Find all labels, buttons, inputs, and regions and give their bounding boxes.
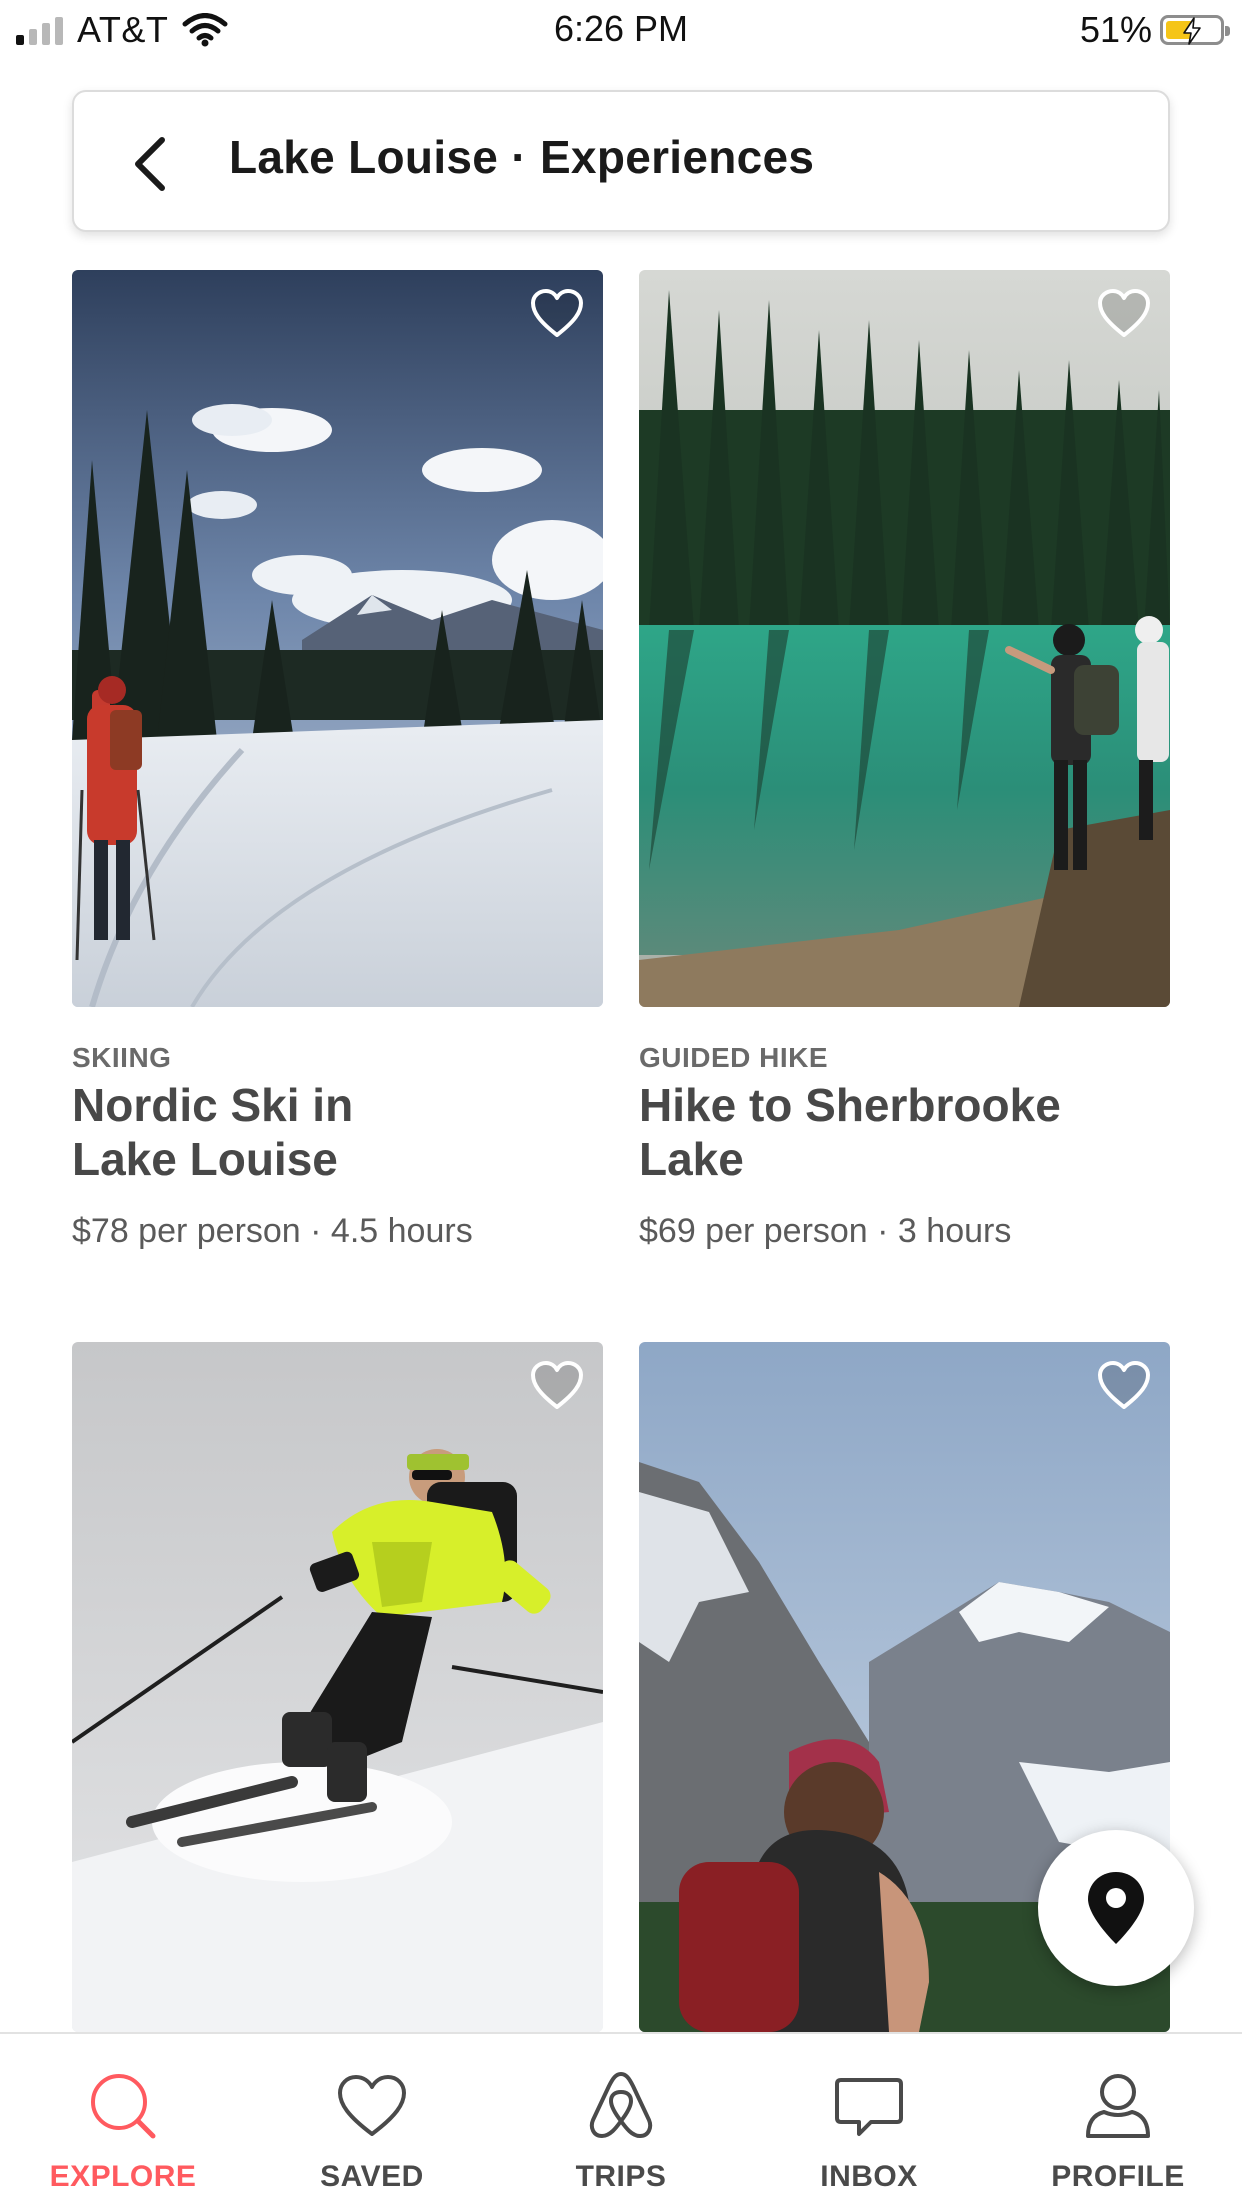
tab-label: EXPLORE [49, 2160, 197, 2193]
experience-price-duration: $69 per person · 3 hours [639, 1212, 1012, 1250]
status-time: 6:26 PM [553, 8, 689, 49]
heart-icon[interactable] [529, 288, 585, 340]
chat-bubble-icon [835, 2078, 903, 2136]
tab-saved[interactable]: SAVED [262, 2034, 482, 2208]
battery-nub [1225, 26, 1230, 36]
airbnb-logo-icon [589, 2072, 653, 2138]
experience-price-duration: $78 per person · 4.5 hours [72, 1212, 473, 1250]
heart-icon[interactable] [1096, 288, 1152, 340]
experience-card[interactable] [72, 1342, 603, 2032]
downhill-ski-image [72, 1342, 603, 2032]
tab-label: INBOX [820, 2160, 918, 2193]
search-icon [91, 2074, 156, 2139]
tab-label: TRIPS [575, 2160, 667, 2193]
experience-card[interactable]: SKIING Nordic Ski in Lake Louise $78 per… [72, 270, 603, 1260]
tab-bar: EXPLORE SAVED TRIPS INBOX PROFILE [0, 2032, 1242, 2208]
heart-icon[interactable] [1096, 1360, 1152, 1412]
map-pin-icon [1088, 1872, 1144, 1944]
map-button[interactable] [1038, 1830, 1194, 1986]
sherbrooke-lake-image [639, 270, 1170, 1007]
status-bar: AT&T 6:26 PM 51% [0, 0, 1242, 60]
experience-photo[interactable] [72, 1342, 603, 2032]
experience-photo[interactable] [639, 270, 1170, 1007]
page-title: Lake Louise · Experiences [229, 131, 815, 183]
status-right: 51% [1079, 8, 1230, 52]
tab-label: SAVED [320, 2160, 424, 2193]
tab-profile[interactable]: PROFILE [1008, 2034, 1228, 2208]
charging-bolt-icon [1183, 17, 1201, 45]
tab-inbox[interactable]: INBOX [759, 2034, 979, 2208]
tab-trips[interactable]: TRIPS [511, 2034, 731, 2208]
nordic-ski-image [72, 270, 603, 1007]
experience-photo[interactable] [72, 270, 603, 1007]
experience-category: GUIDED HIKE [639, 1042, 829, 1073]
search-header[interactable]: Lake Louise · Experiences [72, 90, 1170, 232]
experience-category: SKIING [72, 1042, 172, 1073]
heart-icon[interactable] [529, 1360, 585, 1412]
battery-percentage: 51% [1079, 9, 1152, 50]
tab-explore[interactable]: EXPLORE [13, 2034, 233, 2208]
experience-title[interactable]: Hike to Sherbrooke Lake [639, 1078, 1109, 1186]
heart-icon [338, 2075, 406, 2136]
battery-icon [1160, 15, 1230, 45]
experience-card[interactable]: GUIDED HIKE Hike to Sherbrooke Lake $69 … [639, 270, 1170, 1260]
experience-title[interactable]: Nordic Ski in Lake Louise [72, 1078, 432, 1186]
tab-label: PROFILE [1051, 2160, 1185, 2193]
chevron-left-icon[interactable] [126, 134, 176, 194]
user-icon [1086, 2074, 1150, 2138]
